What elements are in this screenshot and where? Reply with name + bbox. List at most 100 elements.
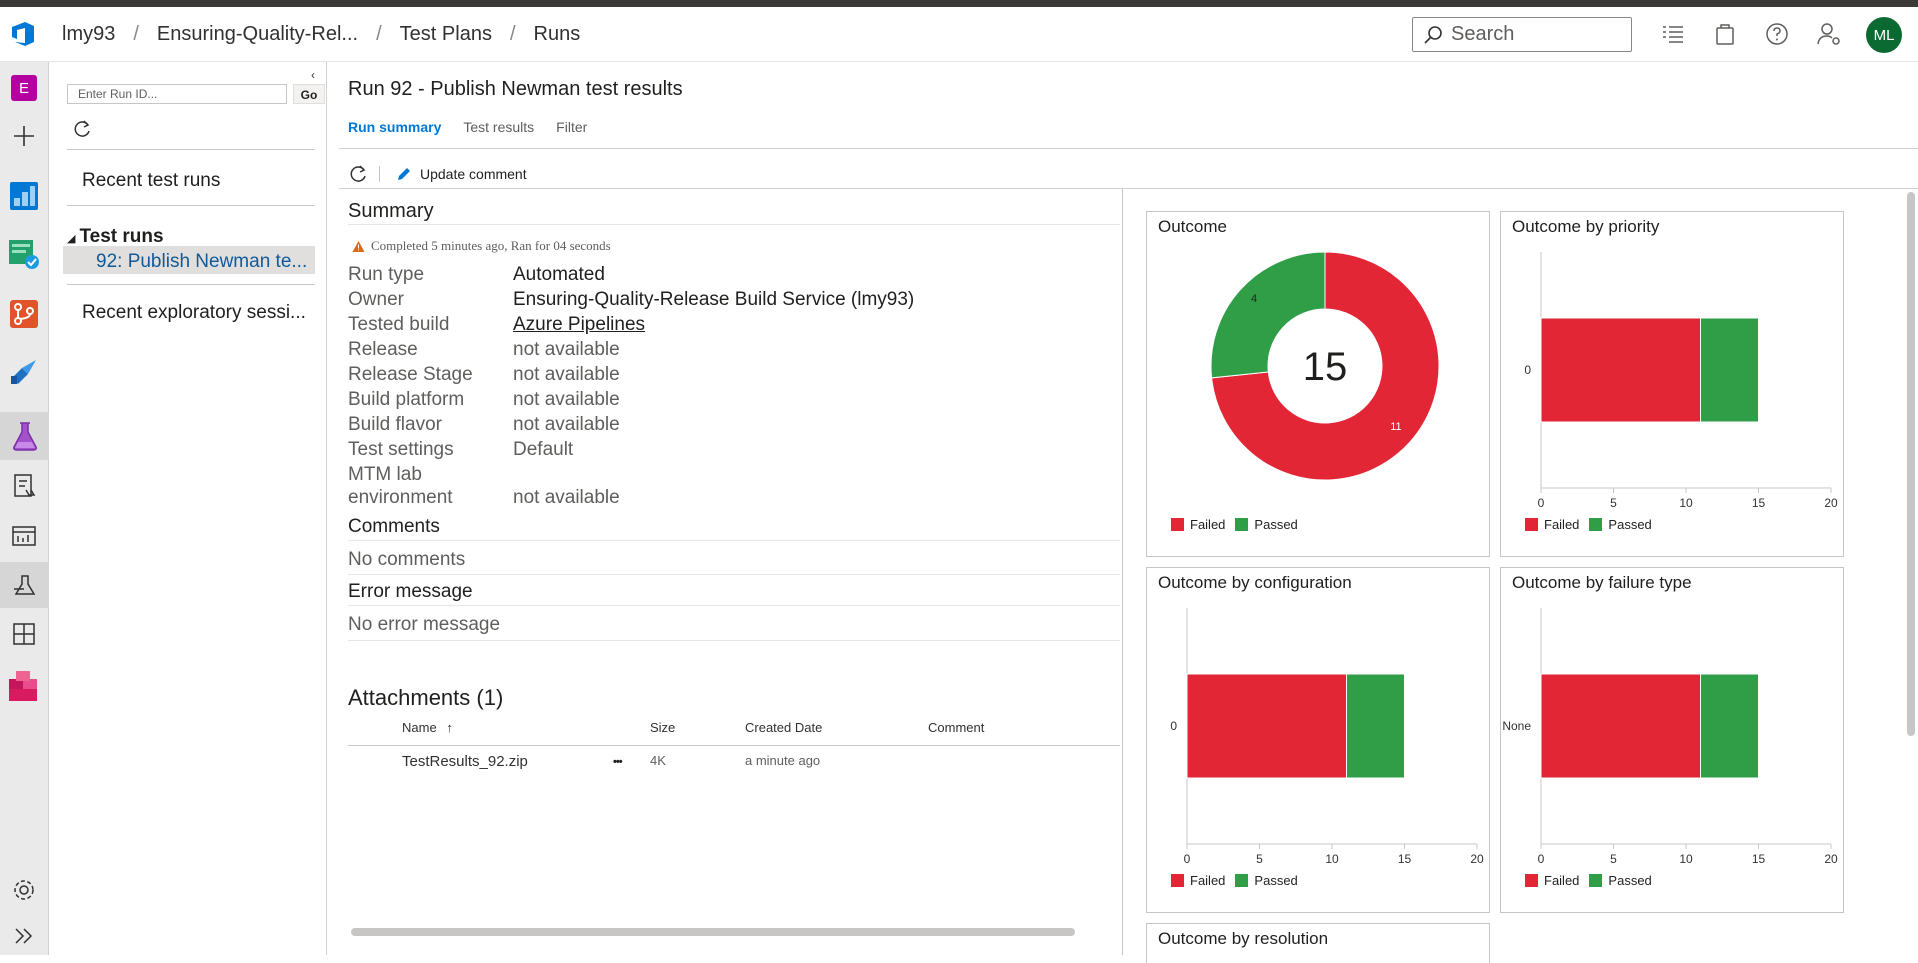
column-header-created-date[interactable]: Created Date (745, 720, 822, 735)
slice-label: 11 (1390, 421, 1401, 433)
field-label-build-platform: Build platform (348, 389, 465, 410)
divider (348, 224, 1120, 225)
legend-item-failed[interactable]: Failed (1171, 517, 1225, 532)
divider (67, 149, 315, 150)
runs-icon[interactable] (0, 562, 49, 608)
recent-exploratory-sessions[interactable]: Recent exploratory sessi... (82, 302, 312, 322)
add-icon[interactable] (6, 118, 42, 154)
grid-icon[interactable] (6, 616, 42, 652)
collapse-panel-icon[interactable]: ‹ (311, 68, 315, 82)
recent-test-runs[interactable]: Recent test runs (82, 170, 220, 192)
toolbar: Update comment (339, 158, 1918, 190)
legend-item-passed[interactable]: Passed (1235, 517, 1298, 532)
top-strip (0, 0, 1918, 7)
expand-icon[interactable] (6, 918, 42, 954)
field-label-environment: environment (348, 487, 453, 508)
divider (348, 745, 1120, 746)
attachments-heading: Attachments (1) (348, 685, 504, 710)
repos-icon[interactable] (6, 296, 42, 332)
failure-type-bar-chart: 0 5 10 15 20 None (1502, 608, 1838, 866)
dashboard-icon[interactable] (6, 518, 42, 554)
x-tick-label: 15 (1752, 852, 1766, 866)
field-value-test-settings: Default (513, 439, 574, 460)
task-list-icon[interactable] (1660, 21, 1686, 47)
artifacts-icon[interactable] (6, 668, 42, 704)
legend-item-failed[interactable]: Failed (1525, 873, 1579, 888)
x-tick-label: 5 (1256, 852, 1263, 866)
x-tick-label: 20 (1824, 852, 1838, 866)
x-tick-label: 0 (1538, 852, 1545, 866)
divider (339, 148, 1918, 149)
legend-item-passed[interactable]: Passed (1589, 517, 1652, 532)
column-header-name[interactable]: Name ↑ (402, 720, 453, 735)
more-options-icon[interactable]: ••• (613, 756, 623, 768)
legend-label: Passed (1254, 517, 1298, 532)
column-header-name-label: Name (402, 720, 437, 735)
legend-swatch (1525, 518, 1538, 531)
column-header-comment[interactable]: Comment (928, 720, 984, 735)
horizontal-scrollbar[interactable] (351, 928, 1075, 936)
legend-item-passed[interactable]: Passed (1589, 873, 1652, 888)
outcome-by-configuration-card: Outcome by configuration 0 5 10 15 20 0 Faile… (1146, 567, 1490, 913)
breadcrumb-test-plans[interactable]: Test Plans (400, 23, 492, 46)
configuration-bar-chart: 0 5 10 15 20 0 (1170, 608, 1484, 866)
bar-segment-failed (1540, 317, 1701, 423)
comments-heading: Comments (348, 516, 440, 537)
legend-swatch (1171, 518, 1184, 531)
pipelines-icon[interactable] (6, 354, 42, 390)
pane-divider[interactable] (1122, 189, 1123, 955)
page-title: Run 92 - Publish Newman test results (348, 78, 683, 100)
x-tick-label: 20 (1824, 496, 1838, 510)
legend-item-passed[interactable]: Passed (1235, 873, 1298, 888)
toolbar-divider (379, 166, 380, 182)
breadcrumb-org[interactable]: lmy93 (62, 23, 115, 46)
attachment-created-date: a minute ago (745, 753, 821, 768)
legend-item-failed[interactable]: Failed (1171, 873, 1225, 888)
breadcrumb-separator: / (509, 23, 516, 45)
breadcrumb-project[interactable]: Ensuring-Quality-Rel... (157, 23, 358, 46)
refresh-icon[interactable] (347, 163, 369, 185)
legend-item-failed[interactable]: Failed (1525, 517, 1579, 532)
help-icon[interactable] (1764, 21, 1790, 47)
search-input[interactable]: Search (1412, 17, 1632, 52)
divider (67, 284, 315, 285)
x-tick-label: 15 (1398, 852, 1412, 866)
tab-filter[interactable]: Filter (556, 119, 587, 135)
settings-icon[interactable] (6, 872, 42, 908)
azure-devops-logo-icon[interactable] (8, 18, 40, 50)
column-header-size[interactable]: Size (650, 720, 675, 735)
boards-icon[interactable] (6, 178, 42, 214)
x-tick-label: 0 (1184, 852, 1191, 866)
attachment-size: 4K (650, 753, 666, 768)
warning-icon (352, 240, 365, 252)
breadcrumb-runs[interactable]: Runs (534, 23, 581, 46)
legend-label: Failed (1544, 517, 1580, 532)
field-value-environment: not available (513, 487, 620, 508)
run-id-input[interactable]: Enter Run ID... (67, 84, 287, 104)
test-runs-header[interactable]: ◢ Test runs (67, 226, 164, 248)
refresh-icon[interactable] (71, 118, 93, 140)
test-plans-icon[interactable] (0, 412, 49, 460)
project-icon[interactable]: E (6, 70, 42, 106)
tab-run-summary[interactable]: Run summary (348, 119, 441, 135)
chart-legend: Failed Passed (1171, 873, 1308, 888)
vertical-scrollbar[interactable] (1907, 192, 1915, 736)
update-comment-button[interactable]: Update comment (396, 166, 527, 182)
divider (348, 540, 1120, 541)
tested-build-link[interactable]: Azure Pipelines (513, 314, 645, 336)
shopping-bag-icon[interactable] (1712, 21, 1738, 47)
avatar[interactable]: ML (1866, 17, 1902, 53)
go-button[interactable]: Go (293, 84, 325, 104)
test-runs-label: Test runs (79, 226, 164, 247)
category-label: 0 (1524, 363, 1531, 377)
x-tick-label: 20 (1470, 852, 1484, 866)
test-plans-check-icon[interactable] (6, 236, 42, 272)
outcome-card: Outcome 11 4 15 Failed Passed (1146, 211, 1490, 557)
tab-test-results[interactable]: Test results (463, 119, 534, 135)
legend-swatch (1589, 874, 1603, 887)
user-settings-icon[interactable] (1816, 21, 1842, 47)
selected-run-item[interactable]: 92: Publish Newman te... (96, 251, 312, 273)
attachment-name[interactable]: TestResults_92.zip (402, 753, 528, 770)
test-plan-doc-icon[interactable] (6, 468, 42, 504)
chart-title: Outcome by resolution (1158, 929, 1329, 948)
